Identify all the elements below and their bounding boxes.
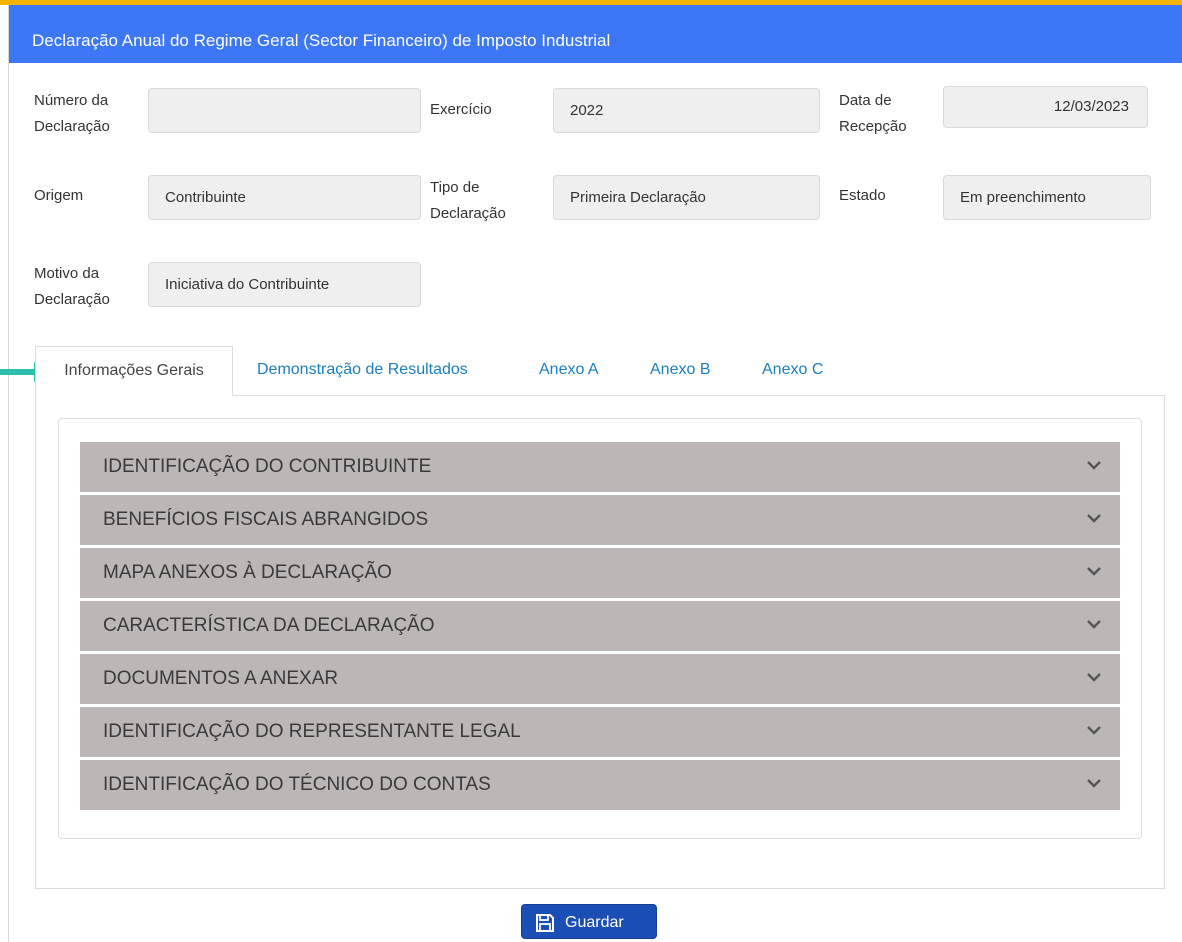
section-beneficios-fiscais[interactable]: BENEFÍCIOS FISCAIS ABRANGIDOS	[80, 495, 1120, 545]
tab-anexo-a[interactable]: Anexo A	[539, 346, 599, 394]
tab-informacoes-gerais[interactable]: Informações Gerais	[35, 346, 233, 396]
chevron-down-icon	[1087, 514, 1101, 523]
save-button-label: Guardar	[565, 914, 624, 931]
floppy-disk-icon	[536, 914, 554, 932]
section-label: IDENTIFICAÇÃO DO REPRESENTANTE LEGAL	[103, 721, 521, 742]
chevron-down-icon	[1087, 461, 1101, 470]
tipo-declaracao-field[interactable]: Primeira Declaração	[553, 175, 820, 220]
left-border	[8, 5, 9, 942]
section-label: CARACTERÍSTICA DA DECLARAÇÃO	[103, 615, 435, 636]
section-label: IDENTIFICAÇÃO DO TÉCNICO DO CONTAS	[103, 774, 491, 795]
section-identificacao-contribuinte[interactable]: IDENTIFICAÇÃO DO CONTRIBUINTE	[80, 442, 1120, 492]
exercicio-field[interactable]: 2022	[553, 88, 820, 133]
section-documentos-anexar[interactable]: DOCUMENTOS A ANEXAR	[80, 654, 1120, 704]
chevron-down-icon	[1087, 673, 1101, 682]
data-recepcao-field[interactable]: 12/03/2023	[943, 86, 1148, 128]
tab-demonstracao-resultados[interactable]: Demonstração de Resultados	[257, 346, 468, 394]
section-caracteristica-declaracao[interactable]: CARACTERÍSTICA DA DECLARAÇÃO	[80, 601, 1120, 651]
tipo-declaracao-label: Tipo de Declaração	[430, 179, 506, 222]
exercicio-label: Exercício	[430, 101, 492, 118]
section-label: DOCUMENTOS A ANEXAR	[103, 668, 339, 689]
tab-anexo-c[interactable]: Anexo C	[762, 346, 823, 394]
motivo-declaracao-label: Motivo da Declaração	[34, 265, 110, 308]
tab-anexo-b[interactable]: Anexo B	[650, 346, 710, 394]
section-label: BENEFÍCIOS FISCAIS ABRANGIDOS	[103, 509, 429, 530]
chevron-down-icon	[1087, 726, 1101, 735]
chevron-down-icon	[1087, 779, 1101, 788]
page-header: Declaração Anual do Regime Geral (Sector…	[9, 5, 1182, 63]
chevron-down-icon	[1087, 567, 1101, 576]
section-mapa-anexos[interactable]: MAPA ANEXOS À DECLARAÇÃO	[80, 548, 1120, 598]
save-button[interactable]: Guardar	[521, 904, 657, 939]
origem-field[interactable]: Contribuinte	[148, 175, 421, 220]
page-title: Declaração Anual do Regime Geral (Sector…	[32, 31, 611, 50]
section-label: IDENTIFICAÇÃO DO CONTRIBUINTE	[103, 456, 432, 477]
chevron-down-icon	[1087, 620, 1101, 629]
numero-declaracao-field[interactable]	[148, 88, 421, 133]
origem-label: Origem	[34, 187, 84, 204]
estado-field[interactable]: Em preenchimento	[943, 175, 1151, 220]
section-representante-legal[interactable]: IDENTIFICAÇÃO DO REPRESENTANTE LEGAL	[80, 707, 1120, 757]
motivo-declaracao-field[interactable]: Iniciativa do Contribuinte	[148, 262, 421, 307]
data-recepcao-label: Data de Recepção	[839, 92, 907, 135]
estado-label: Estado	[839, 187, 886, 204]
section-tecnico-contas[interactable]: IDENTIFICAÇÃO DO TÉCNICO DO CONTAS	[80, 760, 1120, 810]
section-label: MAPA ANEXOS À DECLARAÇÃO	[103, 562, 392, 583]
numero-declaracao-label: Número da Declaração	[34, 92, 110, 135]
tab-bar: Informações Gerais Demonstração de Resul…	[35, 346, 1165, 396]
